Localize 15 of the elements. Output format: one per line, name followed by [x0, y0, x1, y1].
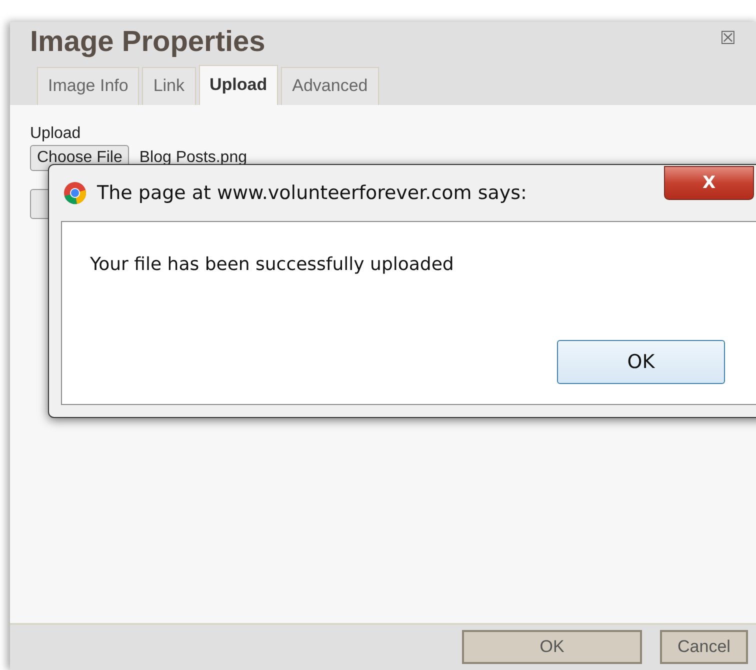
ok-button[interactable]: OK — [462, 630, 642, 664]
cancel-button[interactable]: Cancel — [660, 630, 748, 664]
file-name: Blog Posts.png — [139, 149, 247, 167]
close-button[interactable]: X — [664, 166, 754, 200]
browser-logo-icon — [63, 181, 87, 205]
alert-title: The page at www.volunteerforever.com says: — [97, 182, 527, 204]
upload-label: Upload — [30, 125, 82, 143]
alert-message: Your file has been successfully uploaded — [90, 254, 455, 275]
tab[interactable]: Advanced — [281, 67, 379, 105]
close-button[interactable]: ☒ — [720, 28, 736, 49]
tab[interactable]: Link — [142, 67, 196, 105]
tab[interactable]: Image Info — [37, 67, 140, 105]
tab[interactable]: Upload — [198, 65, 278, 105]
dialog-title: Image Properties — [30, 26, 266, 59]
ok-button[interactable]: OK — [557, 340, 725, 384]
